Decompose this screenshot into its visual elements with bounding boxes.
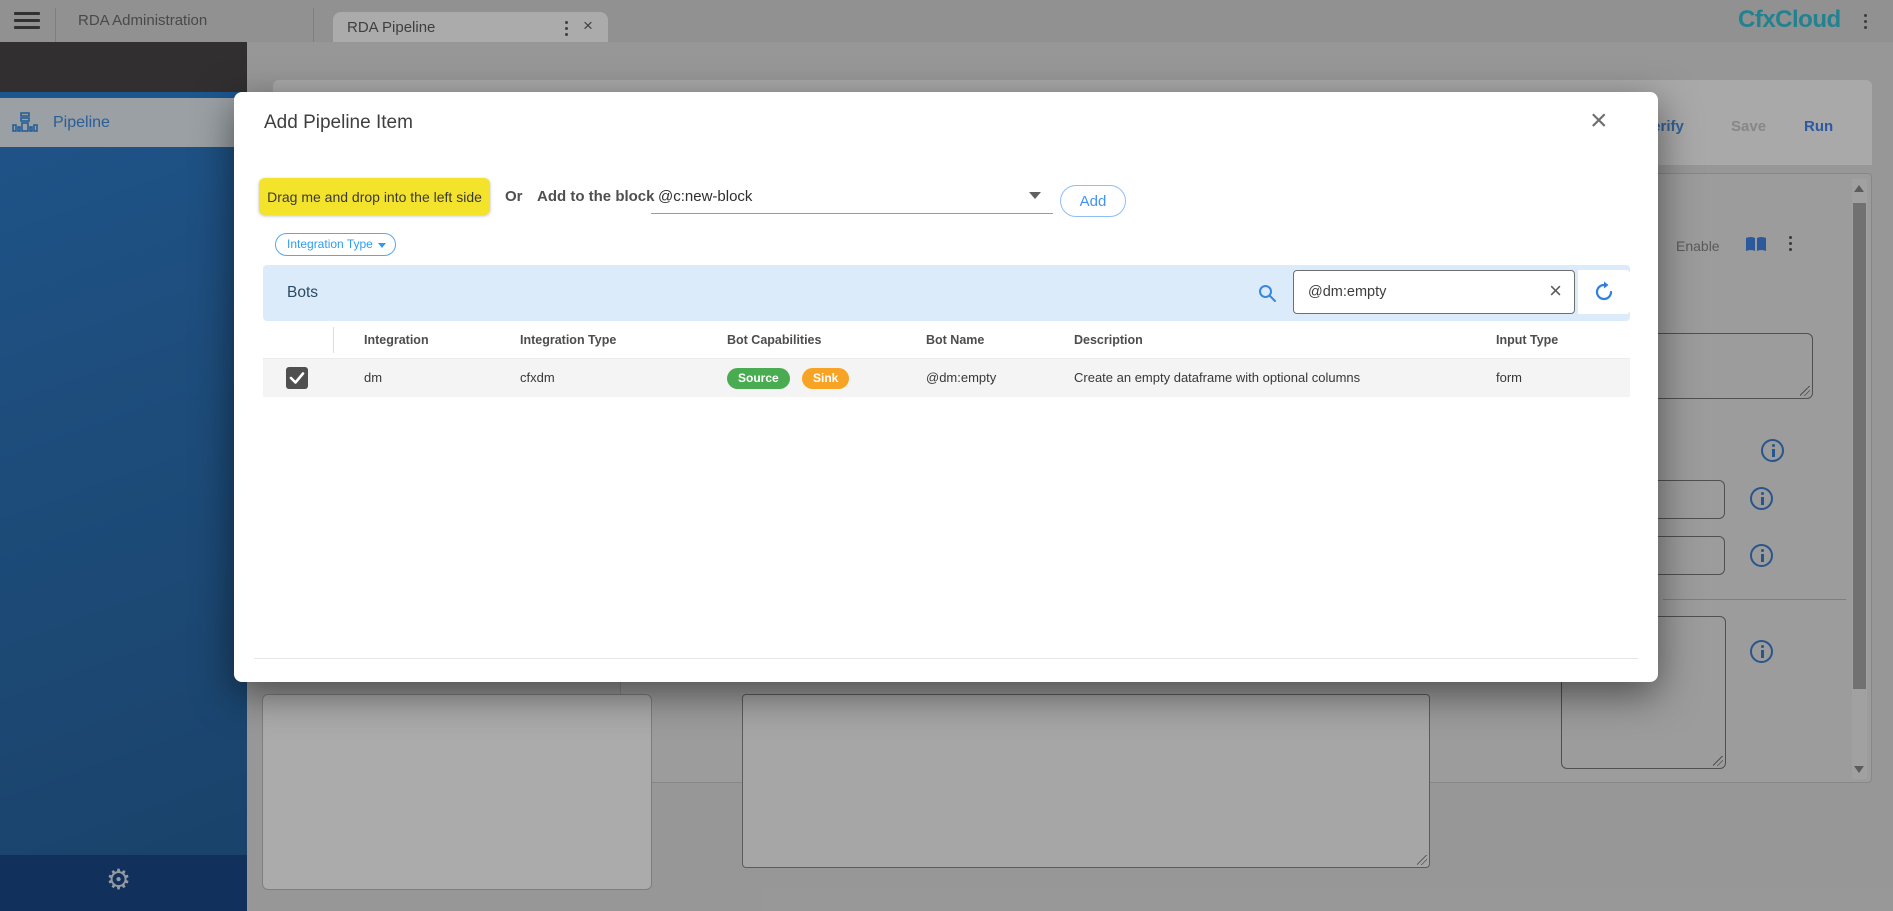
refresh-box: [1578, 270, 1630, 314]
chip-label: Integration Type: [287, 237, 373, 251]
header-divider: [333, 327, 334, 353]
source-badge: Source: [727, 368, 790, 389]
block-select-value: @c:new-block: [658, 188, 752, 205]
table-header: Integration Integration Type Bot Capabil…: [263, 321, 1630, 359]
or-text: Or: [505, 188, 523, 205]
block-select[interactable]: @c:new-block: [651, 176, 1053, 214]
refresh-icon[interactable]: [1593, 281, 1615, 303]
sink-badge: Sink: [802, 368, 849, 389]
add-button[interactable]: Add: [1060, 185, 1126, 217]
bots-section-header: Bots ×: [263, 265, 1630, 321]
cell-input-type: form: [1496, 359, 1522, 397]
modal-close-icon[interactable]: ×: [1590, 104, 1608, 138]
col-integration[interactable]: Integration: [364, 321, 429, 359]
cell-integration-type: cfxdm: [520, 359, 555, 397]
chevron-down-icon: [1029, 192, 1041, 199]
col-input-type[interactable]: Input Type: [1496, 321, 1558, 359]
chevron-down-icon: [378, 243, 386, 248]
screen: RDA Administration RDA Pipeline × CfxClo…: [0, 0, 1893, 911]
col-bot-name[interactable]: Bot Name: [926, 321, 984, 359]
col-bot-capabilities[interactable]: Bot Capabilities: [727, 321, 821, 359]
add-to-block-label: Add to the block: [537, 188, 655, 205]
search-icon[interactable]: [1257, 283, 1277, 303]
integration-type-filter-chip[interactable]: Integration Type: [275, 233, 396, 256]
clear-search-icon[interactable]: ×: [1549, 278, 1562, 304]
col-integration-type[interactable]: Integration Type: [520, 321, 616, 359]
col-description[interactable]: Description: [1074, 321, 1143, 359]
cell-description: Create an empty dataframe with optional …: [1074, 359, 1360, 397]
search-input[interactable]: [1308, 272, 1528, 312]
modal-title: Add Pipeline Item: [264, 112, 413, 134]
section-title: Bots: [287, 265, 318, 321]
row-checkbox[interactable]: [286, 367, 308, 389]
search-box: ×: [1293, 270, 1575, 314]
drag-handle-button[interactable]: Drag me and drop into the left side: [259, 178, 490, 215]
add-pipeline-item-modal: Add Pipeline Item × Drag me and drop int…: [234, 92, 1658, 682]
cell-bot-name: @dm:empty: [926, 359, 996, 397]
cell-integration: dm: [364, 359, 382, 397]
table-row[interactable]: dm cfxdm Source Sink @dm:empty Create an…: [263, 359, 1630, 397]
modal-footer-divider: [254, 658, 1638, 659]
